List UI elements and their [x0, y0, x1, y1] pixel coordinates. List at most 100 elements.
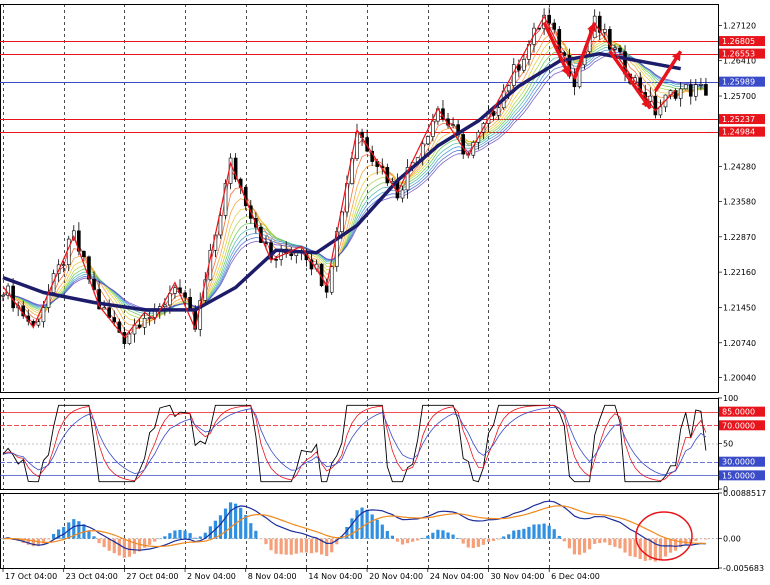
- candle-body: [264, 242, 268, 244]
- macd-histogram-bar: [325, 538, 329, 556]
- candle-body: [704, 84, 708, 96]
- candle-body: [506, 85, 511, 92]
- candle-body: [289, 253, 294, 256]
- macd-histogram-bar: [552, 529, 556, 539]
- macd-histogram-bar: [264, 538, 268, 545]
- rsi-level-label: 15.0000: [722, 471, 755, 480]
- macd-histogram-bar: [249, 523, 253, 539]
- macd-histogram-bar: [481, 538, 486, 545]
- macd-histogram-bar: [390, 535, 394, 539]
- macd-histogram-bar: [309, 538, 314, 554]
- candle-body: [66, 238, 71, 265]
- macd-histogram-bar: [153, 538, 157, 542]
- macd-histogram-bar: [355, 510, 359, 539]
- macd-histogram-bar: [107, 538, 111, 551]
- macd-histogram-bar: [163, 536, 167, 539]
- macd-histogram-bar: [254, 530, 258, 539]
- macd-histogram-bar: [400, 538, 405, 545]
- macd-histogram-bar: [613, 538, 617, 547]
- candle-body: [547, 14, 551, 24]
- macd-histogram-bar: [704, 538, 708, 540]
- candle-body: [653, 95, 658, 116]
- price-level-label: 1.26805: [722, 37, 755, 46]
- macd-histogram-bar: [491, 538, 496, 541]
- macd-histogram-bar: [497, 538, 501, 540]
- macd-histogram-bar: [416, 538, 420, 541]
- macd-histogram-bar: [143, 538, 147, 548]
- candle-body: [112, 317, 117, 323]
- candle-body: [699, 84, 703, 86]
- macd-histogram-bar: [684, 538, 688, 545]
- macd-histogram-bar: [46, 538, 51, 540]
- candle-body: [152, 311, 157, 318]
- macd-histogram-bar: [350, 518, 354, 539]
- price-axis-tick-label: 1.25700: [723, 92, 756, 101]
- panel-frame: [0, 493, 719, 569]
- rsi-axis-tick-label: 100: [723, 394, 738, 403]
- macd-histogram-bar: [269, 538, 273, 551]
- price-axis-tick-label: 1.21450: [723, 303, 756, 312]
- candle-body: [451, 124, 455, 126]
- candle-body: [61, 264, 66, 266]
- macd-histogram-bar: [699, 538, 703, 540]
- rsi-level-label: 85.0000: [722, 408, 755, 417]
- macd-histogram-bar: [456, 538, 460, 539]
- time-tick-label: 30 Nov 04:00: [490, 572, 544, 581]
- macd-histogram-bar: [461, 538, 465, 544]
- forex-chart: 1.271201.264101.257001.249901.242801.235…: [0, 4, 766, 581]
- macd-histogram-bar: [97, 538, 101, 544]
- macd-histogram-bar: [178, 529, 182, 539]
- macd-histogram-bar: [405, 538, 410, 544]
- candle-body: [329, 266, 334, 293]
- macd-histogram-bar: [471, 538, 475, 549]
- macd-histogram-bar: [486, 538, 491, 542]
- macd-histogram-bar: [188, 533, 192, 539]
- macd-histogram-bar: [643, 538, 647, 561]
- macd-histogram-bar: [527, 526, 531, 539]
- macd-histogram-bar: [577, 538, 582, 555]
- macd-histogram-bar: [517, 529, 521, 539]
- price-level-label: 1.24984: [722, 128, 755, 137]
- time-tick-label: 17 Oct 04:00: [5, 572, 57, 581]
- macd-axis-tick-label: -0.005683: [723, 564, 764, 573]
- macd-histogram-bar: [330, 538, 334, 553]
- time-tick-label: 8 Nov 04:00: [248, 572, 297, 581]
- macd-histogram-bar: [173, 530, 177, 539]
- macd-histogram-bar: [628, 538, 632, 557]
- macd-histogram-bar: [284, 538, 288, 555]
- macd-histogram-bar: [502, 536, 506, 539]
- macd-histogram-bar: [582, 538, 587, 553]
- macd-histogram-bar: [294, 538, 298, 554]
- macd-histogram-bar: [562, 538, 566, 542]
- candle-body: [41, 307, 46, 323]
- price-axis-tick-label: 1.22160: [723, 268, 756, 277]
- candle-body: [142, 317, 147, 328]
- candle-body: [420, 143, 425, 158]
- price-level-label: 1.26553: [722, 50, 755, 59]
- macd-histogram-bar: [532, 524, 536, 539]
- macd-histogram-bar: [299, 538, 303, 553]
- macd-histogram-bar: [168, 533, 172, 539]
- macd-histogram-bar: [77, 521, 81, 539]
- price-axis-tick-label: 1.20740: [723, 339, 756, 348]
- candle-body: [183, 292, 187, 298]
- candle-body: [324, 285, 329, 293]
- time-tick-label: 27 Oct 04:00: [126, 572, 178, 581]
- macd-histogram-bar: [593, 538, 597, 544]
- macd-histogram-bar: [279, 538, 283, 555]
- price-axis-tick-label: 1.27120: [723, 21, 756, 30]
- candle-body: [274, 258, 278, 261]
- time-tick-label: 20 Nov 04:00: [369, 572, 423, 581]
- macd-histogram-bar: [183, 530, 187, 539]
- panel-frame: [0, 4, 719, 393]
- macd-histogram-bar: [244, 515, 248, 539]
- macd-histogram-bar: [623, 538, 627, 553]
- time-tick-label: 2 Nov 04:00: [187, 572, 236, 581]
- macd-histogram-bar: [436, 529, 440, 539]
- candle-body: [82, 250, 86, 258]
- macd-histogram-bar: [274, 538, 278, 554]
- candle-body: [694, 84, 698, 97]
- macd-histogram-bar: [92, 536, 96, 539]
- candle-body: [36, 321, 41, 326]
- macd-histogram-bar: [557, 535, 561, 539]
